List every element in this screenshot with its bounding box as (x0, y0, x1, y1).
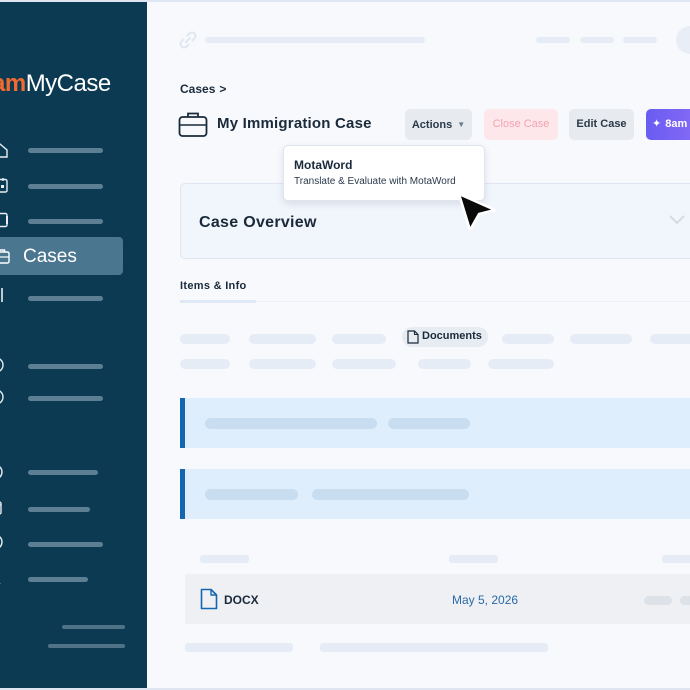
tab-skeleton (332, 334, 386, 344)
caret-down-icon: ▼ (457, 120, 466, 129)
app-logo[interactable]: amMyCase (0, 70, 111, 98)
contacts-icon[interactable] (0, 212, 8, 228)
column-header (449, 555, 498, 563)
page-title: My Immigration Case (217, 115, 372, 132)
nav-item-11[interactable] (28, 577, 88, 582)
top-skeleton (536, 37, 570, 43)
tab-items-info[interactable]: Items & Info (180, 280, 247, 292)
clock-icon[interactable] (0, 357, 8, 373)
breadcrumb[interactable]: Cases > (180, 82, 226, 96)
ai-assistant-label: 8am (665, 118, 688, 130)
target-icon[interactable] (0, 464, 8, 480)
sidebar-item-label: Cases (23, 246, 77, 267)
ai-assistant-button[interactable]: ✦ 8am (646, 109, 690, 140)
folder-icon[interactable] (0, 500, 8, 516)
banner-skeleton (205, 418, 377, 429)
document-icon (407, 330, 419, 344)
row-skeleton (185, 643, 293, 652)
actions-button[interactable]: Actions ▼ (405, 109, 472, 140)
mouse-cursor-icon (457, 192, 499, 236)
nav-item-8[interactable] (28, 470, 98, 475)
sidebar: amMyCase Cases (0, 2, 147, 688)
tab-skeleton (650, 334, 690, 344)
banner-skeleton (388, 418, 470, 429)
link-icon (179, 31, 197, 49)
nav-item-7[interactable] (28, 396, 103, 401)
breadcrumb-separator: > (219, 82, 227, 96)
sidebar-footer-line (48, 644, 125, 648)
row-skeleton (680, 596, 690, 605)
document-date: May 5, 2026 (452, 593, 519, 607)
menu-item-title: MotaWord (294, 158, 353, 172)
top-skeleton (580, 37, 614, 43)
actions-dropdown-menu: MotaWord Translate & Evaluate with MotaW… (283, 145, 485, 201)
nav-item-6[interactable] (28, 364, 103, 369)
info-banner (180, 469, 690, 519)
chevron-down-icon[interactable] (668, 212, 686, 226)
document-name[interactable]: DOCX (224, 593, 259, 607)
section-title: Case Overview (199, 214, 317, 231)
app-window: amMyCase Cases (0, 2, 690, 688)
billing-icon[interactable] (0, 389, 8, 405)
close-case-button[interactable]: Close Case (484, 109, 558, 140)
nav-item-2[interactable] (28, 184, 103, 189)
avatar[interactable] (676, 26, 690, 54)
sidebar-footer-line (62, 625, 125, 629)
logo-suffix: MyCase (25, 70, 112, 97)
tab-skeleton (570, 334, 632, 344)
nav-item-3[interactable] (28, 219, 103, 224)
tab-skeleton (502, 334, 554, 344)
logo-prefix: am (0, 70, 26, 97)
tab-skeleton (249, 359, 316, 369)
document-icon (200, 588, 218, 610)
briefcase-icon (178, 112, 208, 137)
breadcrumb-cases[interactable]: Cases (180, 82, 215, 96)
tab-skeleton (180, 334, 230, 344)
home-icon[interactable] (0, 142, 8, 158)
nav-item-10[interactable] (28, 542, 103, 547)
nav-item-5[interactable] (28, 296, 103, 301)
banner-skeleton (312, 489, 469, 500)
top-skeleton (623, 37, 657, 43)
tab-underline (180, 300, 256, 303)
tab-skeleton (249, 334, 316, 344)
briefcase-icon (0, 249, 10, 264)
tab-skeleton (332, 359, 396, 369)
column-header (200, 555, 249, 563)
reports-icon[interactable] (0, 287, 8, 303)
tab-skeleton (418, 359, 471, 369)
nav-item-1[interactable] (28, 148, 103, 153)
calendar-icon[interactable] (0, 177, 8, 193)
row-skeleton (320, 643, 548, 652)
banner-skeleton (205, 489, 298, 500)
sparkle-icon: ✦ (652, 118, 662, 130)
tab-skeleton (488, 359, 554, 369)
tab-documents[interactable]: Documents (402, 327, 488, 347)
info-banner (180, 398, 690, 448)
messages-icon[interactable] (0, 534, 8, 550)
menu-item-subtitle: Translate & Evaluate with MotaWord (294, 176, 456, 187)
table-row[interactable]: DOCX May 5, 2026 (185, 574, 690, 624)
tab-documents-label: Documents (422, 330, 482, 342)
user-icon[interactable] (0, 569, 8, 585)
sidebar-item-cases[interactable]: Cases (0, 237, 123, 275)
tab-divider (256, 301, 690, 302)
row-skeleton (644, 596, 672, 605)
nav-item-9[interactable] (28, 507, 90, 512)
url-placeholder (205, 37, 425, 43)
tab-skeleton (180, 359, 230, 369)
column-header (662, 555, 690, 563)
actions-button-label: Actions (411, 119, 453, 131)
edit-case-button[interactable]: Edit Case (569, 109, 634, 140)
